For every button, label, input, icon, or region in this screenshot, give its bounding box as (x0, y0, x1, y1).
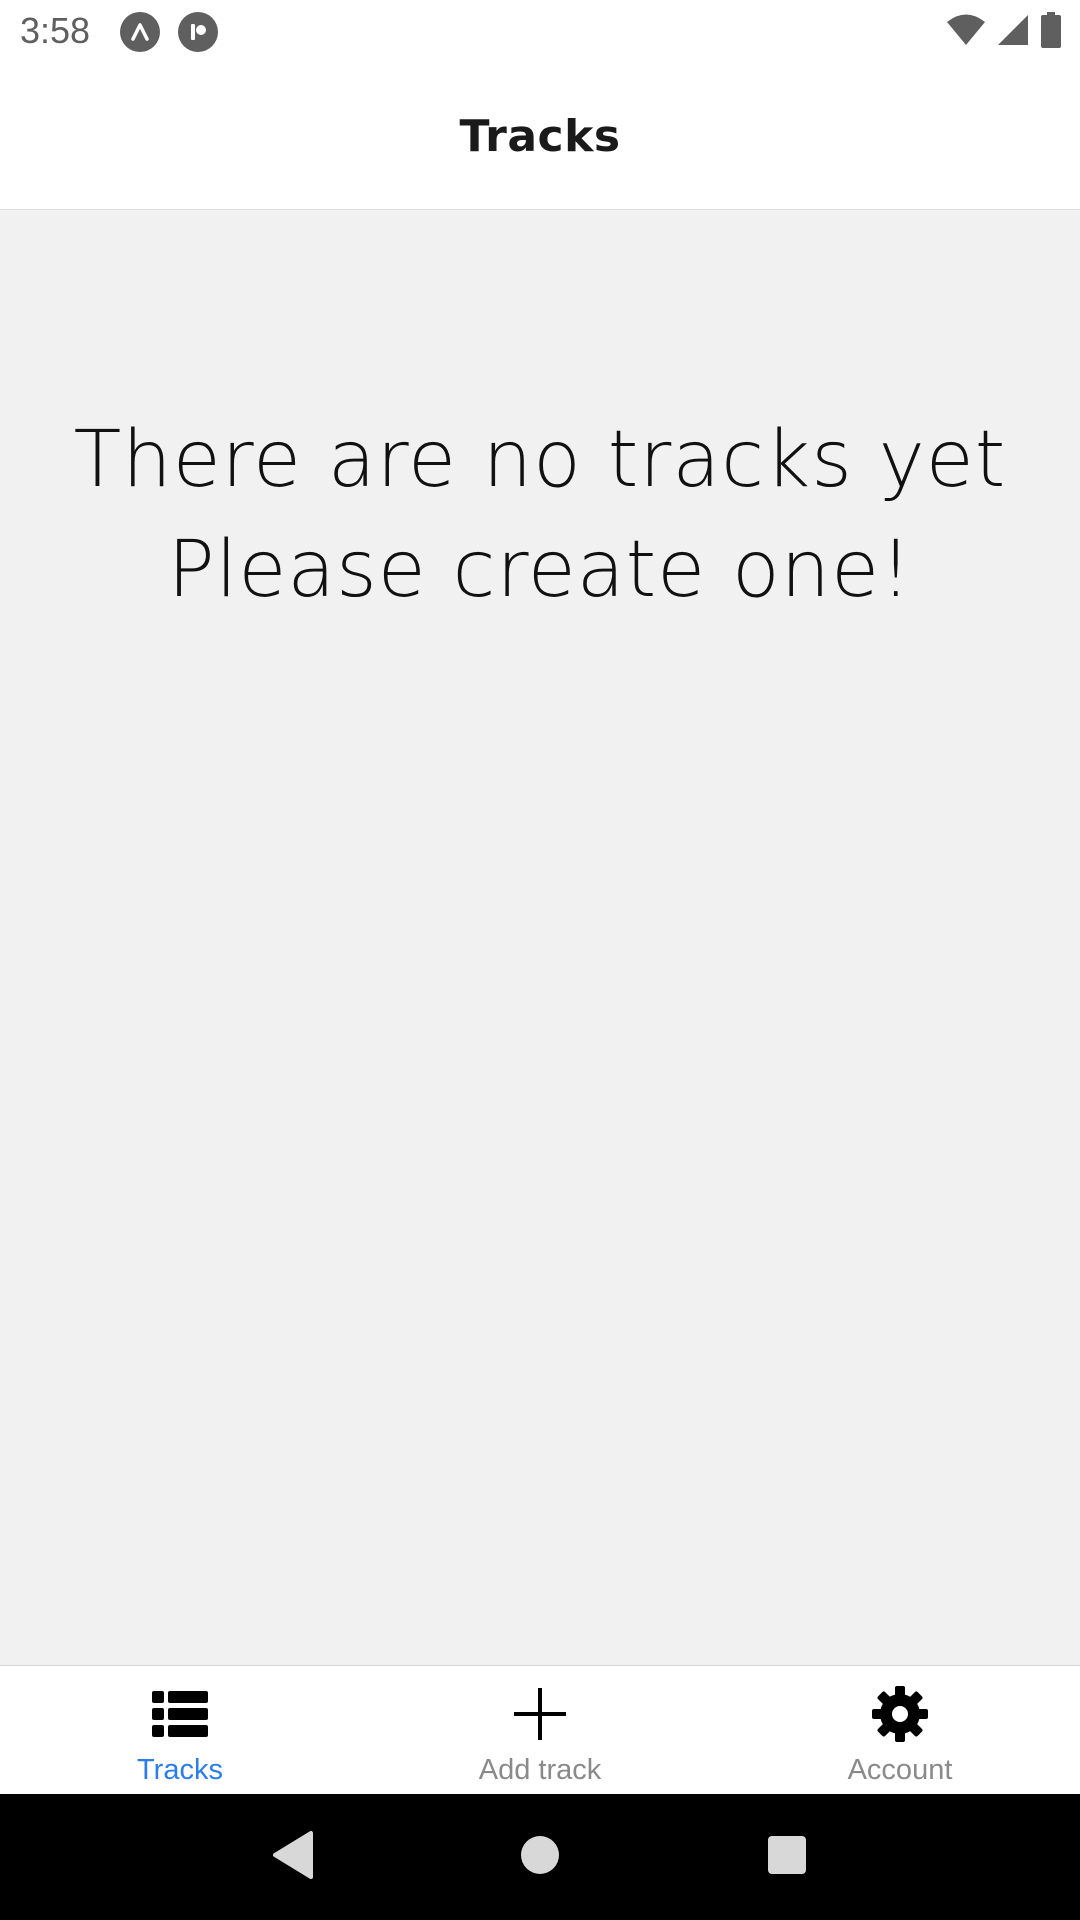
tab-tracks[interactable]: Tracks (0, 1666, 360, 1794)
home-circle-icon (519, 1834, 561, 1880)
recents-square-icon (766, 1834, 808, 1880)
main-content: There are no tracks yet Please create on… (0, 210, 1080, 1665)
status-bar: 3:58 (0, 0, 1080, 63)
plus-icon (508, 1682, 572, 1746)
empty-state-line-1: There are no tracks yet (73, 415, 1007, 505)
system-nav-bar (0, 1794, 1080, 1920)
gear-icon (868, 1682, 932, 1746)
back-triangle-icon (271, 1830, 315, 1884)
tab-add-track-label: Add track (478, 1754, 602, 1786)
back-button[interactable] (258, 1822, 328, 1892)
wifi-icon (946, 13, 986, 51)
status-right-icons (946, 12, 1062, 52)
cell-signal-icon (996, 13, 1030, 51)
status-time: 3:58 (20, 10, 91, 51)
tab-account-label: Account (847, 1754, 953, 1786)
home-button[interactable] (505, 1822, 575, 1892)
tab-add-track[interactable]: Add track (360, 1666, 720, 1794)
empty-state-message: There are no tracks yet Please create on… (0, 405, 1080, 625)
page-title: Tracks (459, 110, 621, 162)
battery-icon (1040, 12, 1062, 52)
bottom-nav: Tracks Add track Account (0, 1665, 1080, 1794)
notification-app-a-icon (120, 12, 160, 52)
empty-state-line-2: Please create one! (167, 525, 913, 615)
tab-account[interactable]: Account (720, 1666, 1080, 1794)
list-icon (148, 1682, 212, 1746)
recents-button[interactable] (752, 1822, 822, 1892)
notification-app-b-icon (178, 12, 218, 52)
tab-tracks-label: Tracks (137, 1754, 223, 1786)
app-header: Tracks (0, 63, 1080, 210)
